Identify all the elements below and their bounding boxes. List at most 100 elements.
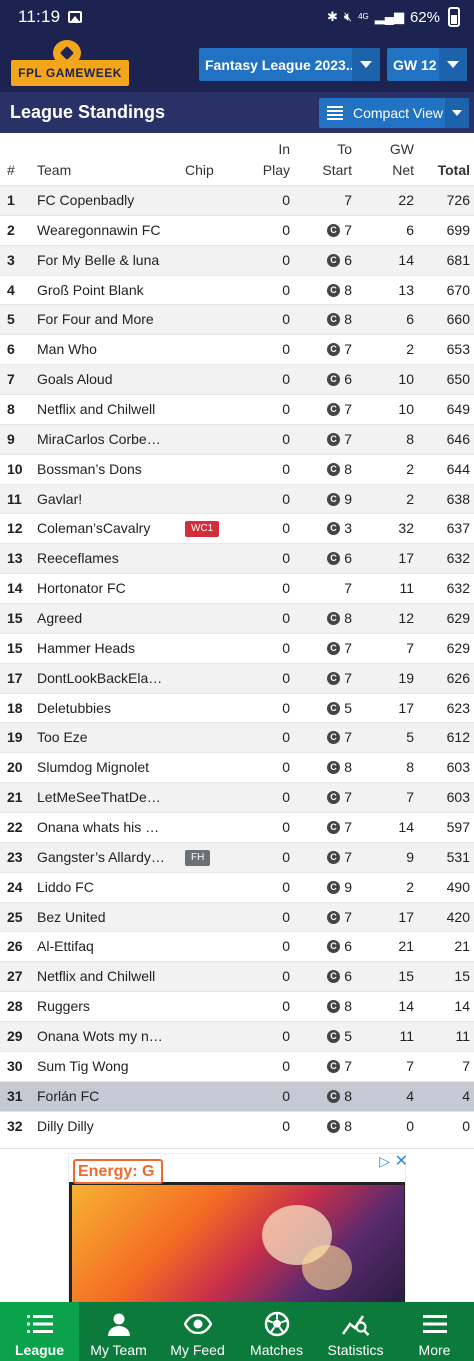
- col-in-play-2[interactable]: Play: [263, 160, 290, 180]
- nav-my-team[interactable]: My Team: [79, 1302, 158, 1361]
- table-row[interactable]: 9 MiraCarlos Corberan 0 7 8 646 C: [0, 423, 474, 454]
- team-name[interactable]: Groß Point Blank: [37, 276, 165, 305]
- in-play-cell: 0: [282, 281, 290, 298]
- captain-icon: C: [327, 223, 340, 237]
- team-name[interactable]: Forlán FC: [37, 1082, 165, 1111]
- team-name[interactable]: Reeceflames: [37, 544, 165, 573]
- table-row[interactable]: 6 Man Who 0 7 2 653 C: [0, 334, 474, 364]
- table-row[interactable]: 26 Al-Ettifaq 0 6 21 21 C: [0, 931, 474, 961]
- table-row[interactable]: 7 Goals Aloud 0 6 10 650 C: [0, 364, 474, 395]
- team-name[interactable]: Agreed: [37, 604, 165, 633]
- team-name[interactable]: MiraCarlos Corberan: [37, 425, 165, 454]
- team-name[interactable]: DontLookBackElanger: [37, 664, 165, 693]
- ad-card[interactable]: Energy: G: [68, 1153, 406, 1303]
- table-row[interactable]: 4 Groß Point Blank 0 8 13 670 C: [0, 274, 474, 305]
- team-name[interactable]: Ruggers: [37, 992, 165, 1021]
- team-name[interactable]: Al-Ettifaq: [37, 932, 165, 961]
- team-name[interactable]: Gangster’s Allardyce: [37, 843, 165, 872]
- team-name[interactable]: Coleman’sCavalry: [37, 514, 165, 543]
- table-row[interactable]: 30 Sum Tig Wong 0 7 7 7 C: [0, 1050, 474, 1081]
- to-start-cell: 9: [344, 490, 352, 507]
- team-name[interactable]: Dilly Dilly: [37, 1112, 165, 1141]
- table-row[interactable]: 3 For My Belle & luna 0 6 14 681 C: [0, 244, 474, 275]
- team-name[interactable]: Onana whats his name: [37, 813, 165, 842]
- page-title: League Standings: [10, 102, 166, 122]
- team-name[interactable]: Wearegonnawin FC: [37, 216, 165, 245]
- table-row[interactable]: 18 Deletubbies 0 5 17 623 C: [0, 692, 474, 723]
- table-row[interactable]: 12 Coleman’sCavalry 0 3 32 637 WC1 C: [0, 513, 474, 543]
- table-row[interactable]: 31 Forlán FC 0 8 4 4 C: [0, 1080, 474, 1111]
- team-name[interactable]: FC Copenbadly: [37, 186, 165, 215]
- team-name[interactable]: For Four and More: [37, 305, 165, 334]
- table-row[interactable]: 1 FC Copenbadly 0 7 22 726: [0, 185, 474, 215]
- table-row[interactable]: 10 Bossman’s Dons 0 8 2 644 C: [0, 453, 474, 484]
- table-row[interactable]: 29 Onana Wots my name 0 5 11 11 C: [0, 1021, 474, 1051]
- team-name[interactable]: Hortonator FC: [37, 574, 165, 603]
- team-name[interactable]: Netflix and Chilwell: [37, 395, 165, 424]
- table-row[interactable]: 20 Slumdog Mignolet 0 8 8 603 C: [0, 752, 474, 782]
- total-cell: 603: [446, 789, 470, 806]
- table-row[interactable]: 27 Netflix and Chilwell 0 6 15 15 C: [0, 961, 474, 992]
- nav-league[interactable]: League: [0, 1302, 79, 1361]
- to-start-cell: 7: [344, 789, 352, 806]
- table-row[interactable]: 25 Bez United 0 7 17 420 C: [0, 901, 474, 932]
- table-row[interactable]: 28 Ruggers 0 8 14 14 C: [0, 991, 474, 1021]
- col-team[interactable]: Team: [37, 160, 71, 180]
- advertisement[interactable]: Energy: G ▷ ✕: [0, 1148, 474, 1303]
- table-row[interactable]: 15 Agreed 0 8 12 629 C: [0, 603, 474, 633]
- total-cell: 603: [446, 759, 470, 776]
- table-row[interactable]: 2 Wearegonnawin FC 0 7 6 699 C: [0, 214, 474, 245]
- table-row[interactable]: 14 Hortonator FC 0 7 11 632: [0, 573, 474, 603]
- team-name[interactable]: Sum Tig Wong: [37, 1052, 165, 1081]
- table-row[interactable]: 19 Too Eze 0 7 5 612 C: [0, 722, 474, 753]
- team-name[interactable]: Bossman’s Dons: [37, 455, 165, 484]
- table-row[interactable]: 22 Onana whats his name 0 7 14 597 C: [0, 812, 474, 842]
- table-row[interactable]: 21 LetMeSeeThatDeJong 0 7 7 603 C: [0, 782, 474, 813]
- team-name[interactable]: Too Eze: [37, 723, 165, 752]
- team-name[interactable]: Slumdog Mignolet: [37, 753, 165, 782]
- nav-my-feed[interactable]: My Feed: [158, 1302, 237, 1361]
- col-in-play-1[interactable]: In: [278, 139, 290, 159]
- col-to-start-2[interactable]: Start: [322, 160, 352, 180]
- table-row[interactable]: 13 Reeceflames 0 6 17 632 C: [0, 543, 474, 574]
- col-total[interactable]: Total: [438, 160, 470, 180]
- nav-matches[interactable]: Matches: [237, 1302, 316, 1361]
- team-name[interactable]: Gavlar!: [37, 485, 165, 514]
- team-name[interactable]: Man Who: [37, 335, 165, 364]
- gameweek-select[interactable]: GW 12: [387, 48, 467, 81]
- nav-more[interactable]: More: [395, 1302, 474, 1361]
- table-row[interactable]: 24 Liddo FC 0 9 2 490 C: [0, 871, 474, 902]
- team-name[interactable]: Onana Wots my name: [37, 1022, 165, 1051]
- total-cell: 0: [462, 1117, 470, 1134]
- team-name[interactable]: Deletubbies: [37, 694, 165, 723]
- table-row[interactable]: 32 Dilly Dilly 0 8 0 0 C: [0, 1110, 474, 1141]
- col-gw-net-1[interactable]: GW: [390, 139, 414, 159]
- table-row[interactable]: 8 Netflix and Chilwell 0 7 10 649 C: [0, 394, 474, 424]
- team-name[interactable]: LetMeSeeThatDeJong: [37, 783, 165, 812]
- app-logo[interactable]: FPL GAMEWEEK: [11, 38, 129, 86]
- team-name[interactable]: Netflix and Chilwell: [37, 962, 165, 991]
- team-name[interactable]: For My Belle & luna: [37, 246, 165, 275]
- league-select[interactable]: Fantasy League 2023...: [199, 48, 380, 81]
- team-name[interactable]: Bez United: [37, 903, 165, 932]
- captain-icon: C: [327, 462, 340, 476]
- table-row[interactable]: 5 For Four and More 0 8 6 660 C: [0, 304, 474, 335]
- col-gw-net-2[interactable]: Net: [392, 160, 414, 180]
- view-toggle-button[interactable]: Compact View: [319, 98, 469, 128]
- chevron-down-icon: [352, 48, 380, 81]
- nav-my-team-label: My Team: [90, 1342, 147, 1358]
- in-play-cell: 0: [282, 1087, 290, 1104]
- ad-close-icon[interactable]: ✕: [395, 1151, 408, 1171]
- to-start-cell: 7: [344, 580, 352, 597]
- ad-choices-icon[interactable]: ▷: [379, 1153, 390, 1170]
- table-row[interactable]: 23 Gangster’s Allardyce 0 7 9 531 FH C: [0, 841, 474, 872]
- table-row[interactable]: 11 Gavlar! 0 9 2 638 C: [0, 483, 474, 514]
- team-name[interactable]: Goals Aloud: [37, 365, 165, 394]
- table-row[interactable]: 17 DontLookBackElanger 0 7 19 626 C: [0, 662, 474, 693]
- battery-icon: [448, 7, 460, 27]
- col-to-start-1[interactable]: To: [337, 139, 352, 159]
- table-row[interactable]: 15 Hammer Heads 0 7 7 629 C: [0, 632, 474, 663]
- nav-statistics[interactable]: Statistics: [316, 1302, 395, 1361]
- team-name[interactable]: Liddo FC: [37, 873, 165, 902]
- team-name[interactable]: Hammer Heads: [37, 634, 165, 663]
